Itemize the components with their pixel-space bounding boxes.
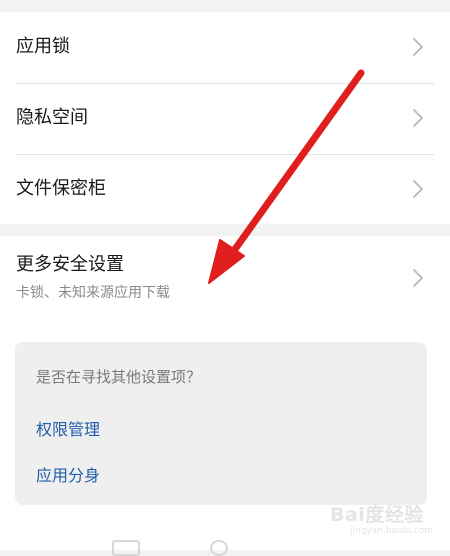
baidu-watermark: Bai度经验 jingyan.baidu.com [330,498,442,542]
chevron-right-icon [412,108,424,128]
settings-item-label: 更多安全设置 [16,254,124,275]
nav-bar-hint [210,540,228,556]
watermark-text: Bai度经验 [330,504,424,526]
settings-item-file-safe[interactable]: 文件保密柜 [0,154,450,224]
watermark-subtext: jingyan.baidu.com [350,526,434,536]
chevron-right-icon [412,37,424,57]
settings-item-sublabel: 卡锁、未知来源应用下载 [16,285,170,301]
chevron-right-icon [412,268,424,288]
settings-group-privacy: 应用锁 隐私空间 文件保密柜 [0,12,450,224]
settings-item-more-security[interactable]: 更多安全设置 卡锁、未知来源应用下载 [0,236,450,326]
settings-item-app-lock[interactable]: 应用锁 [0,12,450,82]
settings-item-label: 文件保密柜 [16,178,106,199]
app-twin-link[interactable]: 应用分身 [36,466,100,486]
suggestion-title: 是否在寻找其他设置项？ [36,368,202,386]
top-strip [0,0,450,12]
chevron-right-icon [412,179,424,199]
suggestion-card: 是否在寻找其他设置项？ 权限管理 应用分身 [15,342,427,505]
permission-management-link[interactable]: 权限管理 [36,420,100,440]
settings-item-private-space[interactable]: 隐私空间 [0,83,450,153]
settings-item-label: 隐私空间 [16,107,88,128]
settings-item-label: 应用锁 [16,36,70,57]
nav-bar-hint [112,540,140,556]
